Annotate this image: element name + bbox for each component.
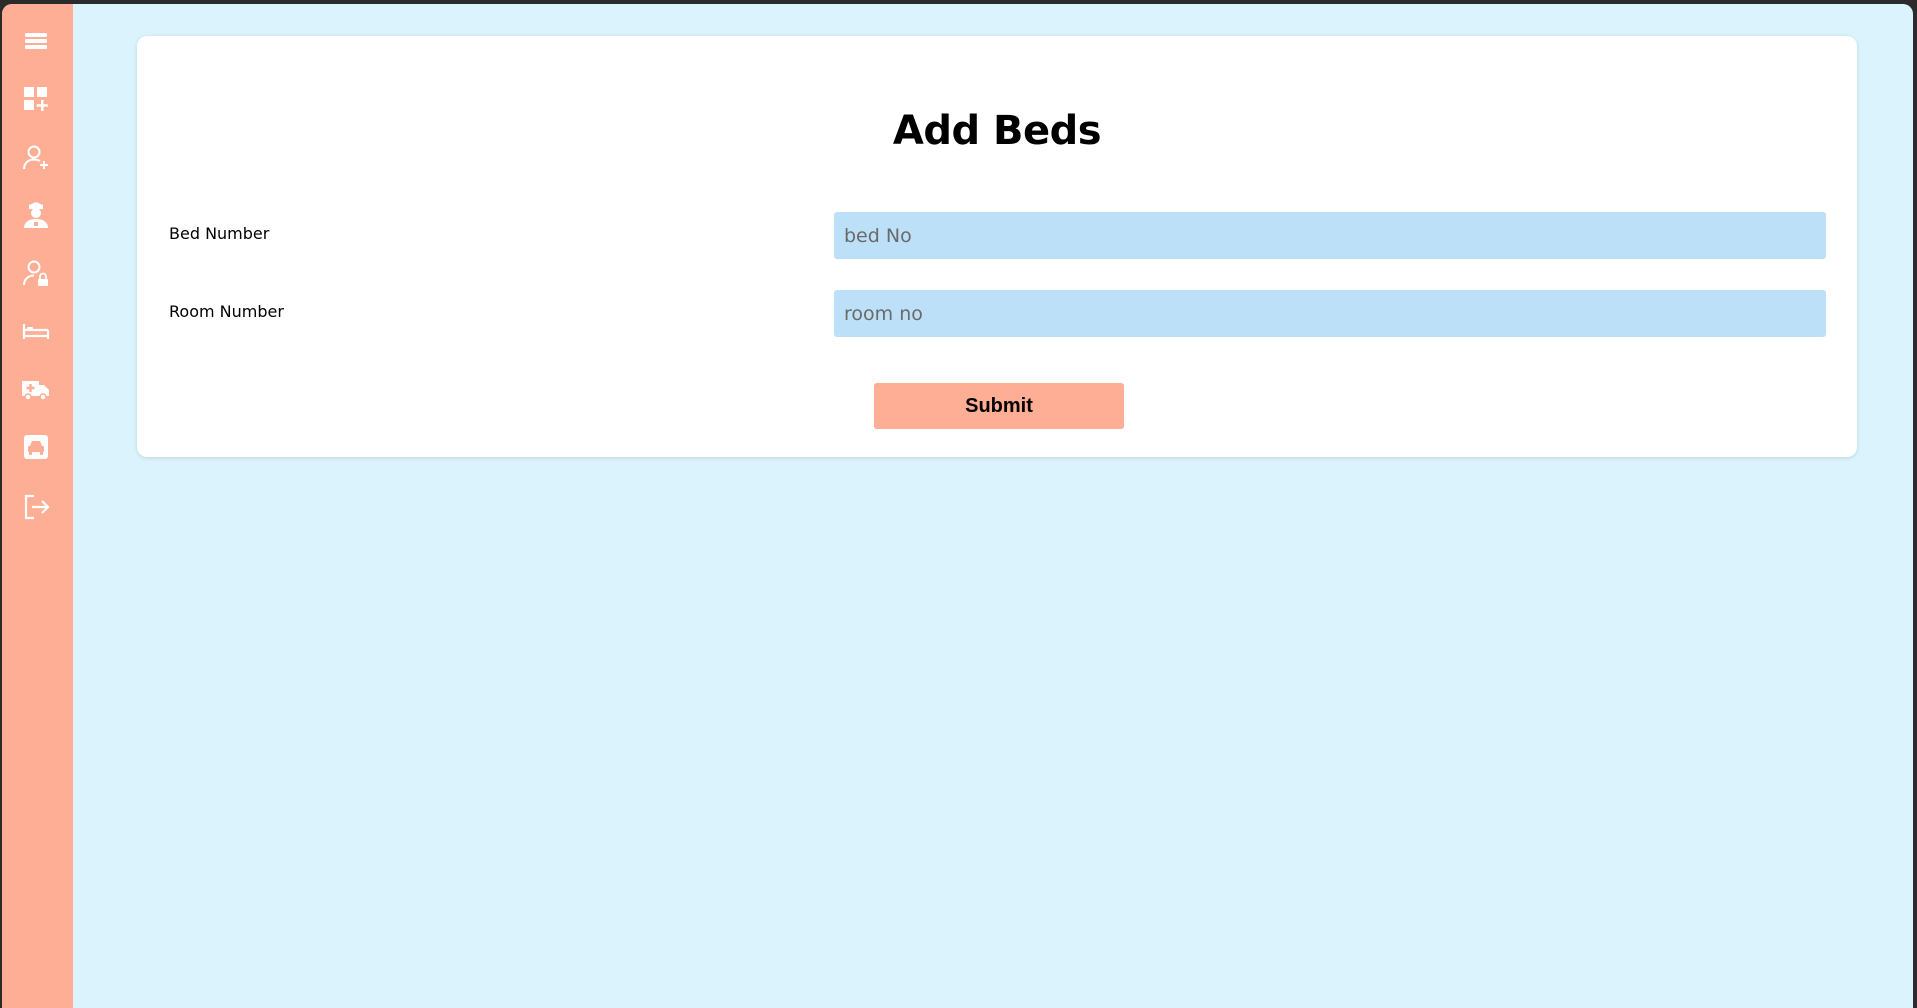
sidebar xyxy=(2,4,73,1008)
app-window: Add Beds Bed Number Room Number Submit xyxy=(2,4,1913,1008)
user-lock-icon[interactable] xyxy=(16,253,56,293)
page-title: Add Beds xyxy=(892,108,1102,154)
bed-number-input[interactable] xyxy=(834,212,1826,259)
menu-icon[interactable] xyxy=(16,21,56,61)
add-user-icon[interactable] xyxy=(16,137,56,177)
car-icon[interactable] xyxy=(16,427,56,467)
submit-button[interactable]: Submit xyxy=(874,383,1124,429)
logout-icon[interactable] xyxy=(16,487,56,527)
room-number-input[interactable] xyxy=(834,290,1826,337)
room-number-label: Room Number xyxy=(169,302,284,321)
nurse-icon[interactable] xyxy=(16,195,56,235)
bed-number-label: Bed Number xyxy=(169,224,270,243)
bed-icon[interactable] xyxy=(16,311,56,351)
add-beds-form-card: Add Beds Bed Number Room Number Submit xyxy=(137,36,1857,457)
ambulance-icon[interactable] xyxy=(16,369,56,409)
dashboard-add-icon[interactable] xyxy=(16,79,56,119)
